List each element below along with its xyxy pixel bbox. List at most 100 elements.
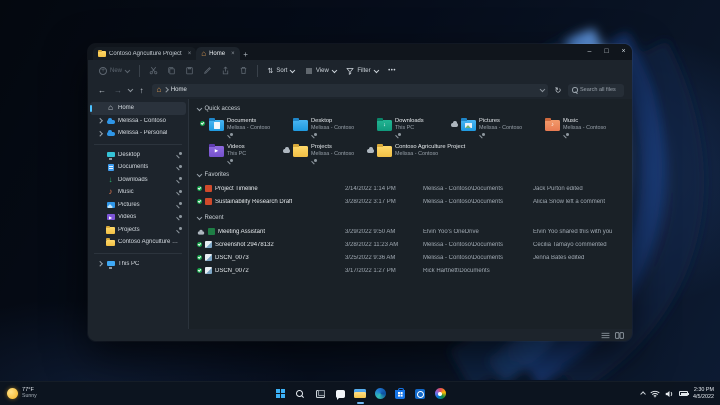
sidebar-item-home[interactable]: ⌂ Home [90,102,186,115]
tab-home[interactable]: ⌂ Home × [196,47,240,60]
share-button[interactable] [219,64,232,77]
breadcrumb[interactable]: Home [171,87,187,93]
sidebar-item-contoso-agriculture-project[interactable]: Contoso Agriculture Project [90,236,186,249]
more-options-button[interactable]: ••• [385,66,399,76]
store-button[interactable] [394,386,407,401]
tile-pictures[interactable]: Pictures Melissa - Contoso [449,116,531,140]
sidebar-item-projects[interactable]: Projects [90,224,186,237]
chevron-right-icon[interactable] [97,261,102,267]
wifi-icon[interactable] [650,390,660,398]
start-button[interactable] [274,386,287,401]
file-row-dscn-0073[interactable]: DSCN_0073 3/25/2022 9:36 AM Melissa - Co… [197,251,624,264]
forward-button[interactable]: → [112,86,124,95]
home-icon: ⌂ [156,85,162,94]
tile-downloads[interactable]: ↓ Downloads This PC [365,116,447,140]
tile-name: Downloads [395,118,424,124]
divider [94,252,182,254]
tile-contoso-agriculture-project[interactable]: Contoso Agriculture Project Melissa - Co… [365,142,505,166]
tile-projects[interactable]: Projects Melissa - Contoso [281,142,363,166]
pin-icon [227,158,233,164]
tile-desktop[interactable]: Desktop Melissa - Contoso [281,116,363,140]
task-view-button[interactable] [314,386,327,401]
minimize-button[interactable]: – [581,44,598,60]
store-icon [395,387,405,399]
pin-icon [176,177,182,183]
copy-button[interactable] [165,64,178,77]
back-button[interactable]: ← [96,86,108,95]
tile-location: Melissa - Contoso [311,151,355,157]
search-box[interactable] [568,83,624,97]
photos-button[interactable] [434,386,447,401]
file-date: 3/28/2022 11:23 AM [345,241,399,248]
chevron-right-icon[interactable] [97,118,102,124]
tab-close-icon[interactable]: × [188,51,192,57]
up-button[interactable]: ↑ [136,86,148,95]
share-icon [222,66,228,75]
rename-icon [203,67,211,74]
tray-overflow-chevron[interactable] [640,391,646,397]
rename-button[interactable] [201,64,214,77]
taskbar-search-button[interactable] [294,386,307,401]
sidebar-item-onedrive-contoso[interactable]: Melissa - Contoso [90,115,186,128]
tile-name: Desktop [311,118,333,124]
sidebar-item-desktop[interactable]: Desktop [90,149,186,162]
section-favorites-header[interactable]: Favorites [196,168,624,181]
recent-locations-chevron[interactable] [127,86,133,92]
sidebar-item-music[interactable]: ♪ Music [90,186,186,199]
view-button[interactable]: View [302,65,338,77]
weather-widget[interactable]: 77°F Sunny [7,387,37,399]
section-recent-header[interactable]: Recent [196,211,624,224]
sort-label: Sort [276,67,288,74]
file-row-screenshot[interactable]: Screenshot 29478132 3/28/2022 11:23 AM M… [197,238,624,251]
sidebar-label: This PC [118,260,140,267]
chevron-right-icon[interactable] [97,130,102,136]
refresh-button[interactable]: ↻ [552,86,564,95]
address-field[interactable]: ⌂ Home [151,83,548,97]
file-row-dscn-0072[interactable]: DSCN_0072 3/17/2022 1:27 PM Rick Hartnet… [197,264,624,277]
delete-button[interactable] [237,64,250,77]
chat-button[interactable] [334,386,347,401]
cut-button[interactable] [147,64,160,77]
maximize-button[interactable]: □ [598,44,615,60]
details-view-button[interactable] [601,332,610,339]
sidebar-item-onedrive-personal[interactable]: Melissa - Personal [90,127,186,140]
filter-button[interactable]: Filter [343,65,380,77]
tile-videos[interactable]: ▶ Videos This PC [197,142,279,166]
paste-button[interactable] [183,64,196,77]
battery-icon[interactable] [679,391,690,396]
sync-ok-icon [197,199,202,204]
volume-icon[interactable] [665,390,674,398]
clock[interactable]: 2:30 PM 4/5/2022 [693,387,714,400]
address-dropdown-chevron[interactable] [539,86,545,92]
tray-date: 4/5/2022 [693,393,714,400]
home-icon: ⌂ [201,48,207,58]
sidebar-item-videos[interactable]: ▶ Videos [90,211,186,224]
pin-icon [227,132,233,138]
sidebar-label: Projects [118,226,140,233]
thumbnails-view-button[interactable] [615,331,624,339]
sync-ok-icon [197,255,202,260]
sidebar-item-this-pc[interactable]: This PC [90,258,186,271]
outlook-button[interactable] [414,386,427,401]
view-icon [305,68,312,73]
files-pane: Quick access Documents Melissa - Contoso [188,99,632,329]
section-quick-access-header[interactable]: Quick access [196,102,624,115]
search-input[interactable] [580,87,620,93]
new-tab-button[interactable]: + [240,48,252,60]
edge-button[interactable] [374,386,387,401]
sidebar-label: Videos [118,214,137,221]
sidebar-item-documents[interactable]: Documents [90,161,186,174]
file-row-sustainability-research-draft[interactable]: Sustainability Research Draft 3/28/2022 … [197,195,624,208]
close-button[interactable]: × [615,44,632,60]
file-explorer-button[interactable] [354,386,367,404]
tab-close-icon[interactable]: × [231,51,235,57]
file-row-meeting-assistant[interactable]: Meeting Assistant 3/29/2022 9:50 AM Elvi… [197,225,624,238]
tab-contoso-agriculture-project[interactable]: Contoso Agriculture Project × [93,47,197,60]
sidebar-item-downloads[interactable]: ↓ Downloads [90,174,186,187]
sidebar-item-pictures[interactable]: Pictures [90,199,186,212]
tile-documents[interactable]: Documents Melissa - Contoso [197,116,279,140]
file-row-project-timeline[interactable]: Project Timeline 2/14/2022 1:14 PM Melis… [197,182,624,195]
new-button[interactable]: + New [96,65,132,77]
tile-music[interactable]: ♪ Music Melissa - Contoso [533,116,615,140]
sort-button[interactable]: ⇅ Sort [265,65,297,77]
